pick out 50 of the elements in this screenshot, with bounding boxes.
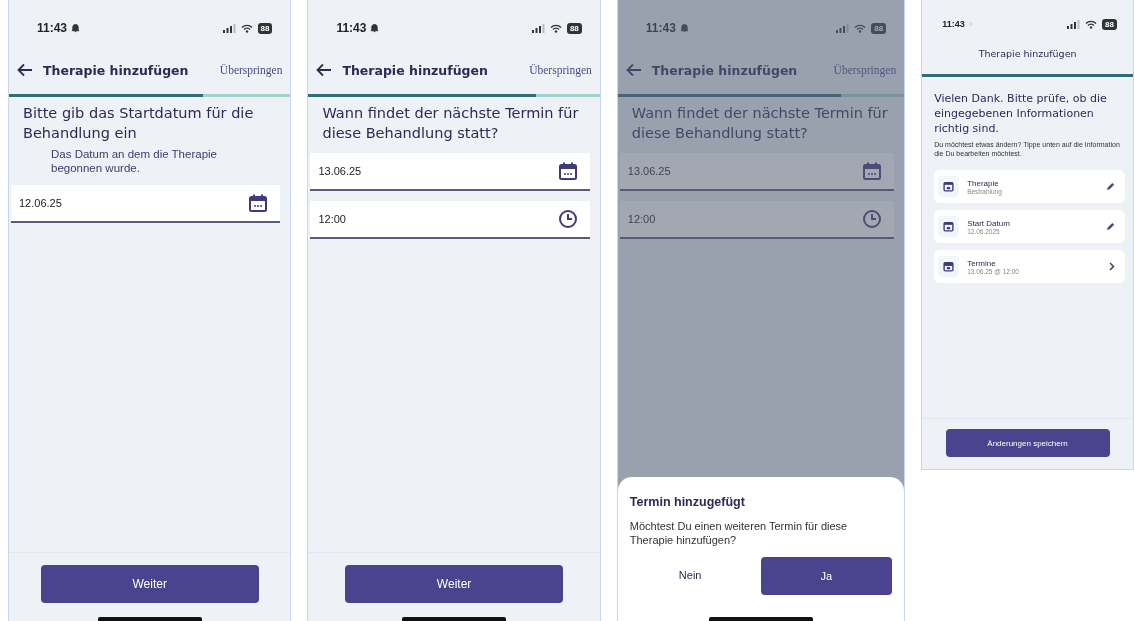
time-field[interactable]: 12:00: [619, 201, 895, 239]
calendar-icon: [943, 221, 955, 232]
signal-icon: [1067, 19, 1081, 29]
next-button[interactable]: Weiter: [345, 565, 564, 603]
calendar-icon: [943, 181, 955, 192]
chevron-right-icon[interactable]: [1109, 262, 1115, 271]
calendar-icon: [943, 261, 955, 272]
screen-title: Therapie hinzufügen: [978, 47, 1077, 59]
save-button[interactable]: Änderungen speichern: [945, 429, 1110, 457]
calendar-icon[interactable]: [248, 193, 269, 213]
status-time: 11:43: [336, 21, 367, 35]
pencil-icon[interactable]: [1106, 182, 1115, 191]
wifi-icon: [854, 23, 867, 33]
dialog-message: Möchtest Du einen weiteren Termin für diese Therapie hinzufügen?: [629, 519, 849, 547]
status-time: 11:43: [942, 19, 965, 29]
question-heading: Wann findet der nächste Termin für diese Behandlung statt?: [322, 104, 580, 143]
time-field[interactable]: 12:00: [310, 201, 590, 239]
screen-title: Therapie hinzufügen: [43, 62, 190, 78]
status-time: 11:43: [37, 21, 68, 35]
battery-level: 88: [871, 22, 887, 34]
dialog-title: Termin hinzugefügt: [629, 495, 746, 509]
back-arrow-icon[interactable]: [316, 63, 333, 77]
screen-title: Therapie hinzufügen: [342, 62, 489, 78]
no-button[interactable]: Nein: [629, 557, 751, 593]
calendar-icon[interactable]: [557, 161, 578, 181]
battery-level: 88: [1102, 18, 1117, 30]
pencil-icon[interactable]: [1106, 222, 1115, 231]
screen-title: Therapie hinzufügen: [651, 62, 799, 78]
wifi-icon: [549, 23, 562, 33]
question-heading: Bitte gib das Startdatum für die Behandlung ein: [23, 104, 255, 143]
date-field[interactable]: 13.06.25: [310, 153, 590, 191]
date-field[interactable]: 12.06.25: [11, 185, 281, 223]
skip-button[interactable]: Überspringen: [529, 64, 592, 76]
signal-icon: [836, 23, 850, 33]
date-field[interactable]: 13.06.25: [619, 153, 895, 191]
next-button[interactable]: Weiter: [40, 565, 259, 603]
battery-level: 88: [566, 22, 582, 34]
battery-level: 88: [257, 22, 273, 34]
wifi-icon: [1085, 19, 1098, 29]
yes-button[interactable]: Ja: [760, 557, 893, 595]
signal-icon: [531, 23, 545, 33]
status-time: 11:43: [645, 21, 676, 35]
back-arrow-icon[interactable]: [17, 63, 33, 77]
hint-text: Das Datum an dem die Therapie begonnen wurde.: [51, 147, 218, 175]
question-heading: Vielen Dank. Bitte prüfe, ob die eingegebenen Informationen richtig sind.: [934, 91, 1108, 136]
question-heading: Wann findet der nächste Termin für diese Behandlung statt?: [631, 104, 889, 143]
wifi-icon: [240, 23, 253, 33]
skip-button[interactable]: Überspringen: [219, 64, 283, 76]
signal-icon: [222, 23, 236, 33]
clock-icon[interactable]: [557, 209, 578, 229]
